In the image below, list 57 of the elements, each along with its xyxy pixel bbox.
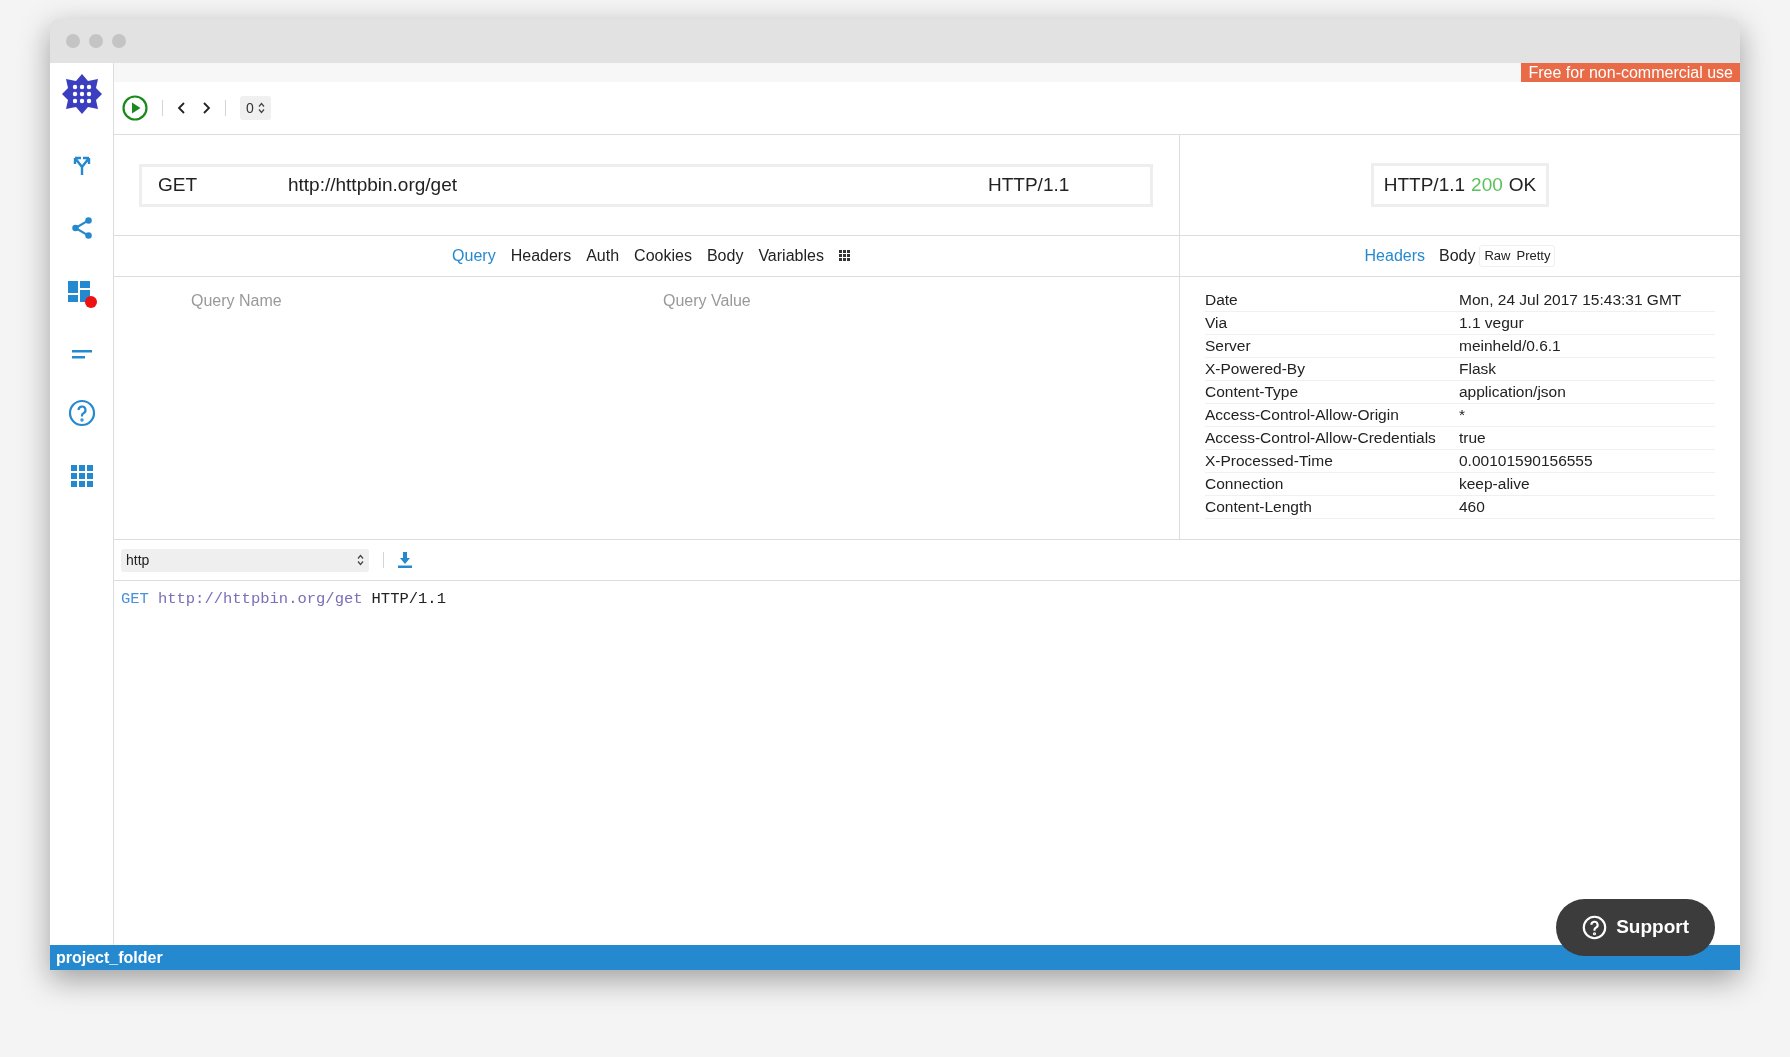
forward-icon[interactable] <box>201 101 211 115</box>
request-tab[interactable]: Auth <box>586 244 620 268</box>
request-tab[interactable]: Cookies <box>634 244 692 268</box>
body-mode-option[interactable]: Raw <box>1484 246 1511 266</box>
header-name: Access-Control-Allow-Origin <box>1205 405 1400 426</box>
header-name: Via <box>1205 313 1229 334</box>
back-icon[interactable] <box>177 101 187 115</box>
request-tab[interactable]: Headers <box>510 244 572 268</box>
help-icon <box>1582 915 1608 940</box>
status-code-text: 200 <box>1471 172 1503 197</box>
status-version-text: HTTP/1.1 <box>1383 172 1466 197</box>
body-mode-option[interactable]: Pretty <box>1516 246 1551 266</box>
grid-menu-icon[interactable] <box>838 250 851 262</box>
project-folder-label: project_folder <box>56 947 163 968</box>
download-icon[interactable] <box>398 552 412 568</box>
play-icon[interactable] <box>122 95 148 121</box>
history-index-stepper[interactable]: 0 <box>240 96 271 120</box>
column-header: Query Name <box>191 291 283 311</box>
header-name: Date <box>1205 290 1239 311</box>
support-button[interactable]: Support <box>1556 899 1715 956</box>
header-value: 1.1 vegur <box>1459 313 1524 334</box>
header-value: Flask <box>1459 359 1497 380</box>
help-icon[interactable] <box>67 399 96 427</box>
header-value: true <box>1459 428 1486 449</box>
lines-icon[interactable] <box>69 347 94 361</box>
header-name: Connection <box>1205 474 1285 495</box>
dashboard-icon[interactable] <box>65 279 98 309</box>
up-down-chevron-icon <box>257 102 265 114</box>
request-tab[interactable]: Variables <box>758 244 824 268</box>
app-logo-icon <box>60 73 103 115</box>
header-value: * <box>1459 405 1466 426</box>
url-field[interactable]: http://httpbin.org/get <box>288 170 988 200</box>
header-value: meinheld/0.6.1 <box>1459 336 1561 357</box>
license-badge: Free for non-commercial use <box>1521 63 1740 82</box>
code-line: GET http://httpbin.org/get HTTP/1.1 <box>121 589 447 610</box>
header-name: X-Powered-By <box>1205 359 1306 380</box>
header-value: Mon, 24 Jul 2017 15:43:31 GMT <box>1459 290 1682 311</box>
column-header: Query Value <box>663 291 751 311</box>
request-tab[interactable]: Body <box>706 244 744 268</box>
header-value: 0.00101590156555 <box>1459 451 1593 472</box>
header-name: X-Processed-Time <box>1205 451 1334 472</box>
up-down-chevron-icon <box>357 554 364 566</box>
format-select[interactable]: http <box>121 548 369 572</box>
header-name: Content-Length <box>1205 497 1313 518</box>
header-value: 460 <box>1459 497 1485 518</box>
header-name: Content-Type <box>1205 382 1300 403</box>
header-value: application/json <box>1459 382 1566 403</box>
response-tab[interactable]: Headers <box>1364 244 1425 268</box>
response-tab[interactable]: Body <box>1439 244 1476 268</box>
header-name: Server <box>1205 336 1252 357</box>
status-text: OK <box>1508 172 1537 197</box>
header-name: Access-Control-Allow-Credentials <box>1205 428 1437 449</box>
http-version-field[interactable]: HTTP/1.1 <box>988 170 1070 200</box>
header-value: keep-alive <box>1459 474 1530 495</box>
grid-icon[interactable] <box>70 465 93 487</box>
request-tab[interactable]: Query <box>452 244 496 268</box>
method-field[interactable]: GET <box>142 170 288 200</box>
